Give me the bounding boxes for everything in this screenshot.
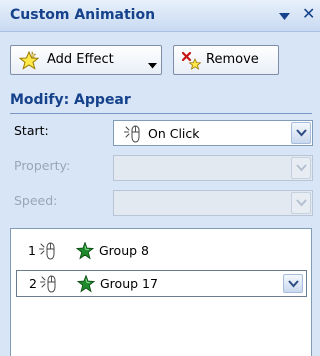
speed-label: Speed:: [14, 193, 58, 208]
remove-effect-icon: [181, 51, 203, 74]
green-star-icon: [75, 241, 95, 264]
animation-order: 2: [29, 276, 37, 291]
animation-name: Group 17: [100, 276, 158, 291]
pane-title-bar: Custom Animation ✕: [0, 0, 320, 32]
property-label: Property:: [14, 158, 71, 173]
mouse-click-icon: [39, 274, 59, 298]
chevron-down-icon: [148, 58, 157, 73]
chevron-down-icon: [291, 192, 311, 214]
yellow-star-icon: [18, 50, 40, 74]
chevron-down-icon: [291, 157, 311, 179]
animation-list[interactable]: 1 Group 8 2 Group 17: [10, 228, 312, 356]
mouse-click-icon: [38, 241, 58, 265]
add-effect-label: Add Effect: [47, 52, 114, 67]
custom-animation-pane: Custom Animation ✕ Add Effect Remove Mod…: [0, 0, 320, 356]
pane-title: Custom Animation: [10, 7, 156, 23]
add-effect-button[interactable]: Add Effect: [10, 45, 162, 75]
green-star-icon: [76, 274, 96, 297]
start-select[interactable]: On Click: [113, 120, 313, 146]
property-select[interactable]: [113, 155, 313, 181]
list-item[interactable]: 1 Group 8: [16, 238, 307, 265]
animation-order: 1: [28, 243, 36, 258]
animation-name: Group 8: [99, 243, 149, 258]
modify-section-header: Modify: Appear: [10, 92, 131, 108]
chevron-down-icon[interactable]: [283, 274, 303, 293]
start-label: Start:: [14, 123, 49, 138]
chevron-down-icon[interactable]: [291, 122, 311, 144]
start-value: On Click: [148, 126, 200, 141]
list-item[interactable]: 2 Group 17: [16, 270, 307, 297]
triangle-down-icon[interactable]: [279, 10, 290, 25]
remove-button[interactable]: Remove: [173, 45, 279, 75]
close-icon[interactable]: ✕: [302, 5, 315, 23]
remove-label: Remove: [206, 52, 259, 67]
mouse-click-icon: [123, 124, 143, 148]
section-divider: [10, 113, 312, 114]
speed-select[interactable]: [113, 190, 313, 216]
